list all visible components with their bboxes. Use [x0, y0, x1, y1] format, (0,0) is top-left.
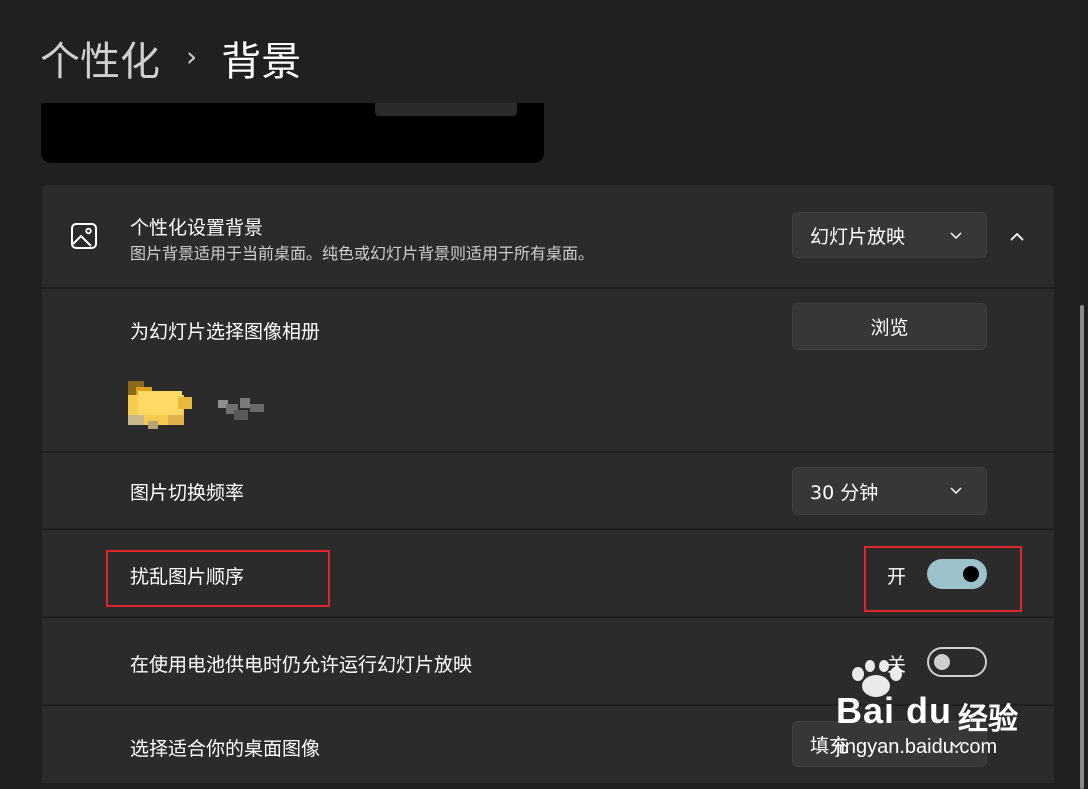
breadcrumb-parent-link[interactable]: 个性化	[40, 29, 160, 87]
desktop-preview	[41, 103, 544, 163]
chevron-down-icon	[950, 232, 962, 240]
highlight-box-toggle	[864, 546, 1022, 612]
chevron-up-icon	[1010, 232, 1024, 241]
interval-row: 图片切换频率 30 分钟	[42, 453, 1054, 528]
album-folder-thumbnail[interactable]	[128, 381, 192, 431]
highlight-box-label	[106, 550, 330, 607]
album-name-blurred	[218, 398, 264, 420]
toggle-knob	[934, 654, 950, 670]
battery-label: 在使用电池供电时仍允许运行幻灯片放映	[130, 654, 473, 676]
interval-dropdown[interactable]: 30 分钟	[792, 467, 987, 515]
collapse-button[interactable]	[1000, 225, 1034, 249]
fit-label: 选择适合你的桌面图像	[130, 738, 321, 760]
breadcrumb-separator: ›	[186, 39, 198, 73]
battery-toggle[interactable]	[927, 647, 987, 677]
breadcrumb: 个性化 › 背景	[40, 28, 301, 88]
preview-taskbar	[375, 103, 517, 116]
album-row: 为幻灯片选择图像相册 浏览	[42, 289, 1054, 451]
interval-value: 30 分钟	[810, 481, 879, 504]
chevron-down-icon	[950, 487, 962, 495]
watermark-brand: Bai du	[836, 690, 953, 731]
watermark-site: jingyan.baidu.com	[836, 736, 998, 758]
personalize-background-row[interactable]: 个性化设置背景 图片背景适用于当前桌面。纯色或幻灯片背景则适用于所有桌面。 幻灯…	[42, 185, 1054, 287]
background-type-dropdown[interactable]: 幻灯片放映	[792, 212, 987, 258]
browse-button[interactable]: 浏览	[792, 303, 987, 350]
background-title: 个性化设置背景	[130, 217, 264, 239]
album-label: 为幻灯片选择图像相册	[130, 321, 321, 343]
picture-icon	[71, 223, 97, 249]
scrollbar-thumb[interactable]	[1080, 305, 1084, 789]
background-description: 图片背景适用于当前桌面。纯色或幻灯片背景则适用于所有桌面。	[130, 244, 595, 263]
background-type-value: 幻灯片放映	[810, 225, 906, 248]
watermark-experience: 经验	[958, 703, 1018, 736]
interval-label: 图片切换频率	[130, 482, 245, 504]
page-title: 背景	[221, 39, 302, 85]
